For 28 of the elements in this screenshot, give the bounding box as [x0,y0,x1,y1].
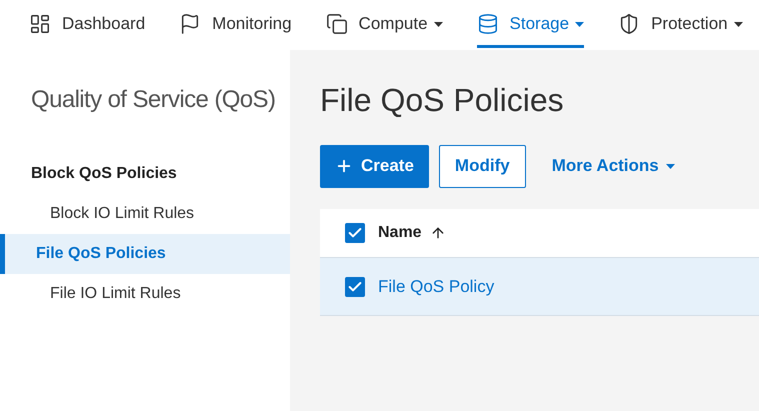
nav-label: Monitoring [212,13,292,36]
nav-tab[interactable]: Compute [326,0,443,48]
caret-icon [666,164,675,168]
database-icon [476,13,499,35]
policy-name-link[interactable]: File QoS Policy [378,274,494,300]
sidebar-item[interactable]: File IO Limit Rules [0,274,290,314]
modify-button[interactable]: Modify [438,144,526,188]
sidebar-item[interactable]: File QoS Policies [0,234,290,274]
column-header[interactable]: Name [378,221,446,245]
sidebar-item[interactable]: Block QoS Policies [0,154,290,194]
dashboard-icon [29,13,51,35]
more-actions-button[interactable]: More Actions [536,144,691,188]
nav-label: Compute [358,13,428,36]
nav-label: Storage [510,13,570,36]
sidebar-item[interactable]: Block IO Limit Rules [0,194,290,234]
page-title: File QoS Policies [320,81,565,120]
create-button[interactable]: Create [320,144,429,188]
nav-tab[interactable]: Dashboard [29,0,146,48]
nav-label: Protection [651,13,728,36]
checkbox[interactable] [345,276,365,296]
sidebar-title: Quality of Service (QoS) [30,85,276,115]
nav-tab[interactable]: Monitoring [179,0,292,48]
checkbox[interactable] [345,223,365,243]
plus-icon [335,157,353,175]
nav-tab[interactable]: Protection [618,0,743,48]
table-row[interactable]: File QoS Policy [320,258,759,316]
copy-icon [326,13,348,35]
nav-label: Dashboard [62,13,146,36]
